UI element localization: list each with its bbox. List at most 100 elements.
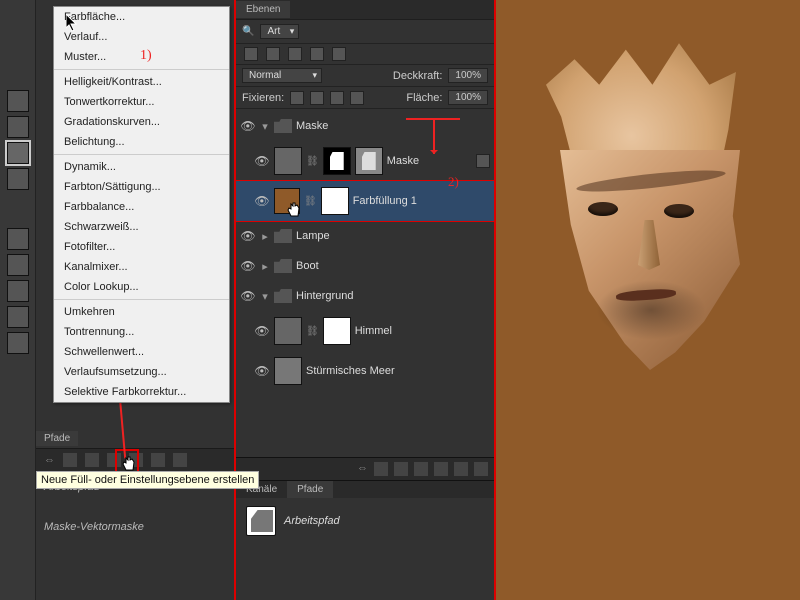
layer-mask-thumb[interactable] (321, 187, 349, 215)
menu-item[interactable]: Schwarzweiß... (54, 217, 229, 237)
visibility-icon[interactable]: 👁 (254, 194, 270, 208)
layer-mask-thumb[interactable] (323, 147, 351, 175)
visibility-icon[interactable]: 👁 (254, 324, 270, 338)
layer-name[interactable]: Lampe (296, 230, 330, 242)
path-thumb[interactable] (246, 506, 276, 536)
lock-move-icon[interactable] (330, 91, 344, 105)
lock-paint-icon[interactable] (310, 91, 324, 105)
path-name[interactable]: Arbeitspfad (284, 515, 340, 527)
cursor-hand-icon (287, 202, 299, 218)
doc-thumb[interactable] (7, 228, 29, 250)
doc-thumb[interactable] (7, 116, 29, 138)
doc-thumb[interactable] (7, 168, 29, 190)
lock-label: Fixieren: (242, 92, 284, 104)
canvas[interactable] (494, 0, 800, 600)
layer-filter-type[interactable]: Art (260, 24, 299, 39)
folder-icon (274, 289, 292, 303)
link-icon[interactable]: ⛓ (304, 196, 317, 207)
cursor-hand-icon (122, 456, 134, 472)
layer-row[interactable]: 👁 Stürmisches Meer (236, 351, 494, 391)
layer-row[interactable]: 👁 ▾ Hintergrund (236, 281, 494, 311)
doc-thumb[interactable] (7, 142, 29, 164)
menu-item[interactable]: Verlauf... (54, 27, 229, 47)
path-row[interactable]: Arbeitspfad (236, 498, 494, 544)
trash-icon[interactable] (173, 453, 187, 467)
tab-paths[interactable]: Pfade (287, 481, 333, 498)
visibility-icon[interactable]: 👁 (240, 119, 256, 133)
filter-adjust-icon[interactable] (266, 47, 280, 61)
annotation-step2: 2) (448, 174, 459, 190)
menu-item[interactable]: Dynamik... (54, 157, 229, 177)
visibility-icon[interactable]: 👁 (240, 289, 256, 303)
disclosure-icon[interactable]: ▸ (260, 230, 270, 243)
filter-badge-icon[interactable] (476, 154, 490, 168)
menu-item[interactable]: Umkehren (54, 302, 229, 322)
menu-item[interactable]: Schwellenwert... (54, 342, 229, 362)
menu-item[interactable]: Farbton/Sättigung... (54, 177, 229, 197)
menu-item[interactable]: Farbfläche... (54, 7, 229, 27)
mask-icon[interactable] (394, 462, 408, 476)
link-icon[interactable]: ⛓ (306, 326, 319, 337)
menu-item[interactable]: Selektive Farbkorrektur... (54, 382, 229, 402)
layer-name[interactable]: Maske (387, 155, 419, 167)
link-icon[interactable]: ⛓ (306, 156, 319, 167)
layer-mask-thumb[interactable] (323, 317, 351, 345)
new-layer-icon[interactable] (151, 453, 165, 467)
menu-item[interactable]: Fotofilter... (54, 237, 229, 257)
tooltip: Neue Füll- oder Einstellungsebene erstel… (36, 471, 259, 489)
filter-shape-icon[interactable] (310, 47, 324, 61)
disclosure-icon[interactable]: ▾ (260, 120, 270, 133)
menu-item[interactable]: Belichtung... (54, 132, 229, 152)
layer-name[interactable]: Hintergrund (296, 290, 353, 302)
disclosure-icon[interactable]: ▾ (260, 290, 270, 303)
menu-item[interactable]: Farbbalance... (54, 197, 229, 217)
layer-row[interactable]: 👁 ▸ Lampe (236, 221, 494, 251)
layer-name[interactable]: Stürmisches Meer (306, 365, 395, 377)
blend-mode-select[interactable]: Normal (242, 68, 322, 83)
opacity-value[interactable]: 100% (448, 68, 488, 83)
mask-icon[interactable] (85, 453, 99, 467)
annotation-arrow (406, 118, 460, 136)
menu-item[interactable]: Tontrennung... (54, 322, 229, 342)
filter-type-icon[interactable] (288, 47, 302, 61)
tab-layers[interactable]: Ebenen (236, 1, 290, 18)
adjustment-layer-icon[interactable] (414, 462, 428, 476)
fill-value[interactable]: 100% (448, 90, 488, 105)
doc-thumb[interactable] (7, 90, 29, 112)
doc-thumb[interactable] (7, 332, 29, 354)
group-icon[interactable] (434, 462, 448, 476)
trash-icon[interactable] (474, 462, 488, 476)
lock-trans-icon[interactable] (290, 91, 304, 105)
menu-item[interactable]: Gradationskurven... (54, 112, 229, 132)
fx-icon[interactable] (63, 453, 77, 467)
menu-item[interactable]: Color Lookup... (54, 277, 229, 297)
vector-mask-thumb[interactable] (355, 147, 383, 175)
menu-item[interactable]: Helligkeit/Kontrast... (54, 72, 229, 92)
menu-item[interactable]: Tonwertkorrektur... (54, 92, 229, 112)
disclosure-icon[interactable]: ▸ (260, 260, 270, 273)
visibility-icon[interactable]: 👁 (254, 154, 270, 168)
layer-thumb[interactable] (274, 317, 302, 345)
menu-item[interactable]: Verlaufsumsetzung... (54, 362, 229, 382)
menu-item[interactable]: Kanalmixer... (54, 257, 229, 277)
doc-thumb[interactable] (7, 306, 29, 328)
layer-row[interactable]: 👁 ▸ Boot (236, 251, 494, 281)
fx-icon[interactable] (374, 462, 388, 476)
layer-thumb[interactable] (274, 147, 302, 175)
filter-pixel-icon[interactable] (244, 47, 258, 61)
visibility-icon[interactable]: 👁 (240, 229, 256, 243)
layer-name[interactable]: Boot (296, 260, 319, 272)
new-layer-icon[interactable] (454, 462, 468, 476)
layer-name[interactable]: Himmel (355, 325, 392, 337)
layer-row[interactable]: 👁 ⛓ Himmel (236, 311, 494, 351)
visibility-icon[interactable]: 👁 (254, 364, 270, 378)
layer-thumb[interactable] (274, 357, 302, 385)
pfade-tab[interactable]: Pfade (36, 431, 78, 446)
lock-all-icon[interactable] (350, 91, 364, 105)
doc-thumb[interactable] (7, 280, 29, 302)
doc-thumb[interactable] (7, 254, 29, 276)
filter-smart-icon[interactable] (332, 47, 346, 61)
layer-name[interactable]: Farbfüllung 1 (353, 195, 417, 207)
layer-name[interactable]: Maske (296, 120, 328, 132)
visibility-icon[interactable]: 👁 (240, 259, 256, 273)
